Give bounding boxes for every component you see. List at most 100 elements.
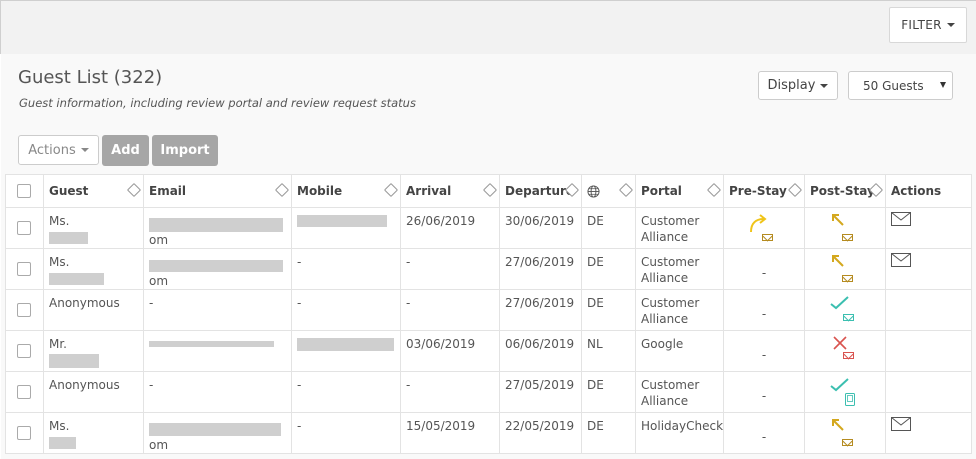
guest-cell: Mr. (43, 330, 144, 372)
table-row[interactable]: Mr. 03/06/2019 06/06/2019 NL Google - (5, 330, 972, 372)
check-icon (830, 296, 849, 310)
column-header-actions: Actions (885, 174, 972, 208)
portal-line-1: Customer (641, 378, 700, 392)
redacted-name (49, 436, 76, 449)
pre-stay-cell: - (723, 371, 805, 413)
guest-cell: Anonymous (43, 371, 144, 413)
column-header-post-stay[interactable]: Post-Stay (804, 174, 886, 208)
table-row[interactable]: Ms. om 26/06/2019 30/06/2019 DE Customer… (5, 207, 972, 249)
table-row[interactable]: Anonymous - - - 27/06/2019 DE Customer A… (5, 289, 972, 331)
redacted-mobile (297, 338, 394, 351)
envelope-icon (843, 352, 854, 359)
guest-cell: Ms. (43, 248, 144, 290)
column-header-guest[interactable]: Guest (43, 174, 144, 208)
actions-cell (885, 207, 972, 249)
country-cell: DE (581, 289, 636, 331)
sort-icon[interactable] (274, 182, 290, 198)
email-cell: om (143, 207, 292, 249)
sort-icon[interactable] (482, 182, 498, 198)
row-select-cell (5, 371, 44, 413)
email-cell: - (143, 371, 292, 413)
check-icon (830, 378, 849, 392)
send-mail-icon[interactable] (891, 417, 911, 431)
mobile-cell (291, 207, 401, 249)
row-select-cell (5, 248, 44, 290)
row-checkbox[interactable] (17, 385, 31, 399)
email-cell (143, 330, 292, 372)
page-title: Guest List (322) (18, 67, 163, 88)
column-header-arrival[interactable]: Arrival (400, 174, 500, 208)
page-size-select[interactable]: 50 Guests (848, 71, 953, 100)
email-cell: om (143, 412, 292, 454)
envelope-icon (842, 275, 853, 282)
column-header-departure[interactable]: Departure (499, 174, 582, 208)
import-button[interactable]: Import (152, 135, 218, 166)
arrival-cell: 15/05/2019 (400, 412, 500, 454)
send-mail-icon[interactable] (891, 253, 911, 267)
table-row[interactable]: Ms. om - - 27/06/2019 DE Customer Allian… (5, 248, 972, 290)
page-size-value: 50 Guests (863, 78, 924, 93)
post-stay-cell (804, 412, 886, 454)
portal-line-1: Customer (641, 214, 700, 228)
actions-label: Actions (28, 142, 76, 158)
sort-icon[interactable] (706, 182, 722, 198)
guest-cell: Anonymous (43, 289, 144, 331)
caret-down-icon (820, 83, 829, 88)
departure-cell: 30/06/2019 (499, 207, 582, 249)
post-stay-cell (804, 207, 886, 249)
redacted-mobile (297, 214, 387, 227)
sort-icon[interactable] (787, 182, 803, 198)
redacted-name (49, 272, 104, 285)
actions-cell (885, 412, 972, 454)
row-select-cell (5, 412, 44, 454)
row-checkbox[interactable] (17, 426, 31, 440)
send-mail-icon[interactable] (891, 212, 911, 226)
guest-cell: Ms. (43, 412, 144, 454)
actions-button[interactable]: Actions (18, 135, 99, 165)
select-arrow-icon (940, 82, 946, 88)
add-button[interactable]: Add (102, 135, 149, 166)
row-checkbox[interactable] (17, 344, 31, 358)
filter-button[interactable]: FILTER (889, 7, 967, 43)
globe-icon (587, 185, 600, 198)
table-row[interactable]: Ms. om - 15/05/2019 22/05/2019 DE Holida… (5, 412, 972, 454)
row-checkbox[interactable] (17, 262, 31, 276)
column-header-pre-stay[interactable]: Pre-Stay (723, 174, 805, 208)
sort-icon[interactable] (126, 182, 142, 198)
mobile-cell: - (291, 371, 401, 413)
redacted-email (149, 259, 283, 272)
portal-cell: HolidayCheck (635, 412, 724, 454)
page-subtitle: Guest information, including review port… (19, 96, 416, 110)
sort-icon[interactable] (383, 182, 399, 198)
email-suffix: om (149, 438, 169, 452)
arrival-cell: - (400, 371, 500, 413)
arrival-cell: 03/06/2019 (400, 330, 500, 372)
guest-salutation: Ms. (49, 255, 70, 269)
portal-cell: Google (635, 330, 724, 372)
display-label: Display (767, 78, 816, 93)
sort-icon[interactable] (618, 182, 634, 198)
select-all-header (5, 174, 44, 208)
country-cell: DE (581, 248, 636, 290)
column-header-email[interactable]: Email (143, 174, 292, 208)
email-suffix: om (149, 274, 169, 288)
portal-line-2: Alliance (641, 312, 689, 326)
mobile-phone-icon (845, 393, 855, 406)
column-header-mobile[interactable]: Mobile (291, 174, 401, 208)
country-cell: DE (581, 371, 636, 413)
column-header-country[interactable] (581, 174, 636, 208)
post-stay-cell (804, 330, 886, 372)
pre-stay-cell: - (723, 248, 805, 290)
failed-x-icon (833, 336, 847, 350)
row-checkbox[interactable] (17, 221, 31, 235)
envelope-icon (843, 314, 854, 321)
actions-cell (885, 248, 972, 290)
email-cell: - (143, 289, 292, 331)
arrival-cell: - (400, 248, 500, 290)
row-select-cell (5, 207, 44, 249)
row-checkbox[interactable] (17, 303, 31, 317)
table-row[interactable]: Anonymous - - - 27/05/2019 DE Customer A… (5, 371, 972, 413)
select-all-checkbox[interactable] (17, 183, 31, 198)
column-header-portal[interactable]: Portal (635, 174, 724, 208)
display-button[interactable]: Display (758, 71, 838, 100)
